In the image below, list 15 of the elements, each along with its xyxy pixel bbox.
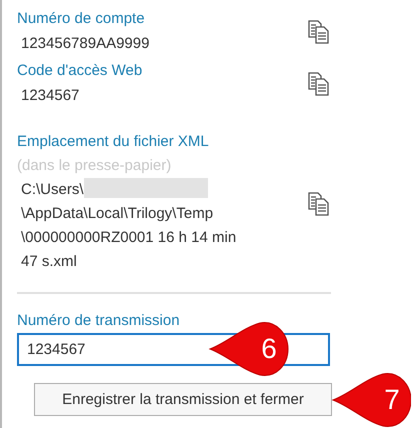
path-text: C:\Users\ xyxy=(21,181,84,198)
copy-icon[interactable] xyxy=(308,192,330,216)
field-label: Numéro de compte xyxy=(17,9,146,29)
path-text: \000000000RZ0001 16 h 14 min 47 s.xml xyxy=(20,228,238,272)
field-value: 1234567 xyxy=(20,86,80,106)
field-value: 123456789AA9999 xyxy=(20,34,150,54)
field-label: Numéro de transmission xyxy=(17,311,181,331)
copy-icon[interactable] xyxy=(308,72,330,96)
save-and-close-button[interactable]: Enregistrer la transmission et fermer xyxy=(34,383,332,416)
callout-marker: 7 xyxy=(331,371,411,428)
copy-icon[interactable] xyxy=(308,20,330,44)
callout-marker: 6 xyxy=(208,320,290,378)
field-label: Emplacement du fichier XML xyxy=(17,132,210,152)
field-label: Code d'accès Web xyxy=(17,61,144,81)
path-text: \AppData\Local\Trilogy\Temp xyxy=(20,204,214,224)
